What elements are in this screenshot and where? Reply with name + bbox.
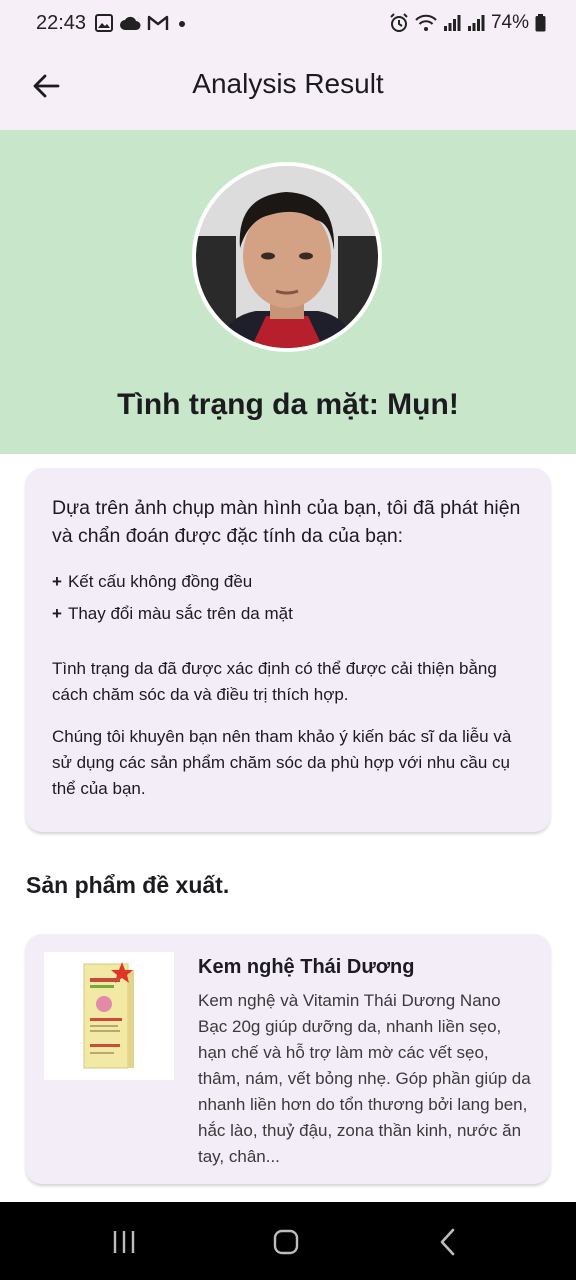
skin-condition-headline: Tình trạng da mặt: Mụn!: [117, 388, 459, 421]
gmail-icon: [147, 15, 169, 30]
analysis-intro: Dựa trên ảnh chụp màn hình của bạn, tôi …: [52, 497, 521, 547]
recent-apps-icon: [113, 1231, 135, 1253]
wifi-icon: [415, 14, 437, 31]
status-left-icons: [95, 14, 189, 32]
finding-text: Thay đổi màu sắc trên da mặt: [67, 604, 293, 623]
system-nav-bar: [0, 1202, 576, 1280]
home-button[interactable]: [266, 1222, 306, 1262]
cloud-icon: [120, 16, 141, 30]
findings-list: + Kết cấu không đồng đều + Thay đổi màu sắ…: [52, 566, 524, 630]
analysis-paragraph: Tình trạng da đã được xác định có thể đư…: [52, 659, 497, 704]
recent-apps-button[interactable]: [104, 1222, 144, 1262]
image-icon: [95, 14, 113, 32]
analysis-paragraph: Chúng tôi khuyên bạn nên tham khảo ý kiế…: [52, 727, 512, 798]
product-name: Kem nghệ Thái Dương: [198, 956, 415, 978]
product-image: [44, 952, 174, 1080]
recommendations-title: Sản phẩm đề xuất.: [26, 872, 230, 898]
cream-box-icon: [44, 952, 174, 1080]
finding-item: + Kết cấu không đồng đều: [52, 566, 524, 598]
signal-icon: [467, 15, 485, 31]
finding-marker: +: [52, 604, 62, 623]
system-back-button[interactable]: [428, 1222, 468, 1262]
result-header: Tình trạng da mặt: Mụn!: [0, 130, 576, 454]
finding-marker: +: [52, 572, 62, 591]
finding-text: Kết cấu không đồng đều: [67, 572, 253, 591]
app-bar: Analysis Result: [0, 50, 576, 130]
battery-icon: [535, 14, 546, 32]
home-icon: [273, 1229, 299, 1255]
alarm-icon: [390, 13, 408, 32]
status-time: 22:43: [36, 12, 87, 34]
finding-item: + Thay đổi màu sắc trên da mặt: [52, 598, 524, 630]
product-description: Kem nghệ và Vitamin Thái Dương Nano Bạc …: [198, 991, 531, 1166]
status-right-icons: 74%: [389, 12, 546, 34]
user-photo: [192, 162, 382, 352]
page-title: Analysis Result: [192, 68, 384, 99]
product-card[interactable]: Kem nghệ Thái Dương Kem nghệ và Vitamin …: [26, 934, 550, 1184]
analysis-card: Dựa trên ảnh chụp màn hình của bạn, tôi …: [26, 468, 550, 832]
battery-percent: 74%: [490, 12, 529, 33]
signal-icon: [443, 15, 461, 31]
face-photo-icon: [196, 166, 378, 348]
status-bar: 22:43 74%: [0, 0, 576, 50]
dot-icon: [179, 21, 185, 27]
back-icon: [440, 1228, 455, 1256]
